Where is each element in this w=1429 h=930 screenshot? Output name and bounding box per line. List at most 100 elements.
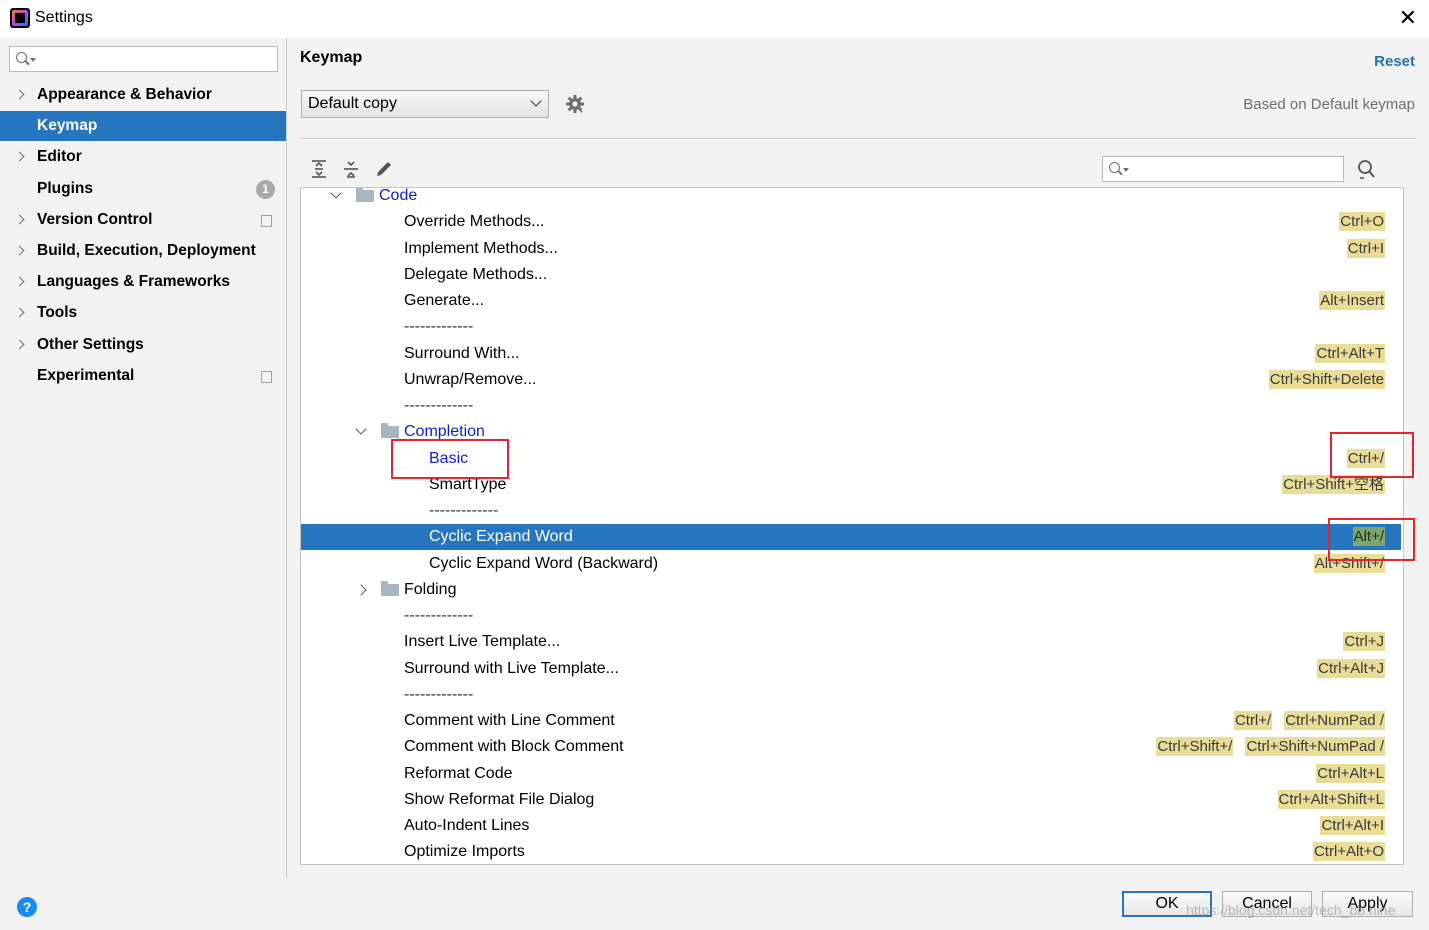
sidebar-item-tools[interactable]: Tools [0, 298, 286, 328]
sidebar-item-label: Appearance & Behavior [37, 86, 212, 103]
shortcut-list: Ctrl+/ [1335, 446, 1385, 472]
sidebar-item-other-settings[interactable]: Other Settings [0, 330, 286, 360]
tree-action-row[interactable]: Reformat Code Ctrl+Alt+L [301, 761, 1401, 787]
keymap-search-field[interactable] [1102, 156, 1344, 182]
tree-action-row[interactable]: Override Methods... Ctrl+O [301, 209, 1401, 235]
shortcut-badge: Ctrl+Shift+空格 [1282, 474, 1385, 494]
tree-action-row[interactable]: Auto-Indent Lines Ctrl+Alt+I [301, 813, 1401, 839]
sidebar-item-languages-frameworks[interactable]: Languages & Frameworks [0, 267, 286, 297]
tree-separator[interactable]: ------------- [301, 393, 1401, 419]
tree-row-label: Cyclic Expand Word [429, 528, 573, 546]
tree-action-row[interactable]: Cyclic Expand Word Alt+/ [301, 524, 1401, 551]
vertical-scrollbar[interactable] [1403, 256, 1404, 506]
shortcut-list: Ctrl+Alt+L [1304, 761, 1385, 787]
shortcut-list: Ctrl+I [1335, 236, 1385, 262]
shortcut-list: Ctrl+Alt+J [1305, 656, 1385, 682]
gear-icon[interactable] [565, 94, 585, 114]
tree-row-label: Delegate Methods... [404, 265, 548, 283]
settings-search-input[interactable] [40, 49, 258, 69]
copy-icon [258, 367, 272, 383]
tree-action-row[interactable]: SmartType Ctrl+Shift+空格 [301, 472, 1401, 498]
tree-action-row[interactable]: Cyclic Expand Word (Backward) Alt+Shift+/ [301, 551, 1401, 577]
settings-sidebar: Appearance & Behavior Keymap Editor Plugins… [0, 38, 287, 878]
sidebar-item-label: Build, Execution, Deployment [37, 242, 256, 259]
sidebar-item-editor[interactable]: Editor [0, 142, 286, 172]
folder-icon [381, 423, 399, 439]
sidebar-item-keymap[interactable]: Keymap [0, 111, 286, 142]
tree-separator[interactable]: ------------- [301, 682, 1401, 708]
search-history-caret-icon[interactable] [30, 58, 36, 62]
sidebar-item-experimental[interactable]: Experimental [0, 361, 286, 391]
sidebar-item-build-execution-deployment[interactable]: Build, Execution, Deployment [0, 236, 286, 266]
search-history-caret-icon[interactable] [1123, 168, 1129, 172]
edit-icon[interactable] [373, 158, 395, 180]
shortcut-badge: Ctrl+Alt+L [1316, 763, 1385, 783]
tree-row-label: ------------- [404, 607, 474, 624]
help-button[interactable]: ? [17, 897, 37, 917]
tree-separator[interactable]: ------------- [301, 603, 1401, 629]
tree-action-row[interactable]: Basic Ctrl+/ [301, 446, 1401, 472]
shortcut-badge: Ctrl+Shift+NumPad / [1245, 737, 1385, 757]
settings-search-field[interactable] [9, 46, 278, 72]
chevron-right-icon[interactable] [14, 307, 25, 318]
keymap-search-input[interactable] [1133, 159, 1329, 179]
tree-row-label: Surround With... [404, 344, 520, 362]
tree-action-row[interactable]: Surround With... Ctrl+Alt+T [301, 341, 1401, 367]
tree-action-row[interactable]: Insert Live Template... Ctrl+J [301, 629, 1401, 655]
tree-group[interactable]: Folding [301, 577, 1401, 603]
chevron-right-icon[interactable] [14, 89, 25, 100]
chevron-right-icon[interactable] [355, 584, 367, 596]
close-icon[interactable]: ✕ [1399, 5, 1417, 31]
shortcut-badge: Ctrl+Alt+I [1320, 816, 1385, 835]
chevron-right-icon[interactable] [14, 245, 25, 256]
shortcut-list: Alt+/ [1341, 524, 1385, 550]
tree-group[interactable]: Code [301, 188, 1401, 209]
chevron-right-icon[interactable] [14, 276, 25, 287]
tree-row-label: Surround with Live Template... [404, 659, 619, 677]
tree-row-label: ------------- [429, 502, 499, 519]
tree-action-row[interactable]: Implement Methods... Ctrl+I [301, 236, 1401, 262]
chevron-down-icon[interactable] [330, 188, 342, 199]
search-icon [1109, 162, 1120, 173]
sidebar-item-version-control[interactable]: Version Control [0, 205, 286, 235]
watermark: https://blog.csdn.net/tech_bb nine [1186, 902, 1396, 918]
tree-separator[interactable]: ------------- [301, 314, 1401, 340]
tree-row-label: Completion [404, 423, 485, 441]
tree-action-row[interactable]: Delegate Methods... [301, 262, 1401, 288]
shortcut-badge: Ctrl+NumPad / [1284, 711, 1385, 730]
sidebar-item-label: Plugins [37, 179, 93, 197]
chevron-right-icon[interactable] [14, 214, 25, 225]
tree-action-row[interactable]: Generate... Alt+Insert [301, 288, 1401, 314]
tree-action-row[interactable]: Optimize Imports Ctrl+Alt+O [301, 839, 1401, 864]
chevron-right-icon[interactable] [14, 339, 25, 350]
sidebar-item-plugins[interactable]: Plugins 1 [0, 174, 286, 204]
window-title: Settings [35, 9, 93, 26]
reset-link[interactable]: Reset [1374, 53, 1415, 70]
tree-separator[interactable]: ------------- [301, 498, 1401, 524]
tree-action-row[interactable]: Unwrap/Remove... Ctrl+Shift+Delete [301, 367, 1401, 393]
expand-all-icon[interactable] [308, 158, 330, 180]
tree-row-label: ------------- [404, 685, 474, 703]
sidebar-item-appearance-behavior[interactable]: Appearance & Behavior [0, 80, 286, 110]
shortcut-badge: Ctrl+I [1346, 238, 1385, 258]
title-bar: Settings ✕ [0, 0, 1429, 38]
chevron-right-icon[interactable] [14, 151, 25, 162]
keymap-tree: Code Override Methods... Ctrl+O Implement M… [300, 187, 1404, 865]
tree-group[interactable]: Completion [301, 419, 1401, 445]
shortcut-list: Ctrl+Alt+T [1303, 341, 1385, 367]
tree-action-row[interactable]: Comment with Line Comment Ctrl+/ Ctrl+NumP… [301, 708, 1401, 734]
tree-action-row[interactable]: Comment with Block Comment Ctrl+Shift+/Ct… [301, 734, 1401, 760]
shortcut-list: Ctrl+Shift+/ Ctrl+Shift+NumPad / [1144, 734, 1385, 760]
shortcut-badge: Ctrl+O [1339, 212, 1385, 232]
tree-row-label: Auto-Indent Lines [404, 817, 530, 834]
folder-icon [381, 580, 399, 596]
shortcut-badge: Alt+Insert [1319, 291, 1385, 310]
collapse-all-icon[interactable] [340, 158, 362, 180]
tree-action-row[interactable]: Surround with Live Template... Ctrl+Alt+J [301, 656, 1401, 682]
keymap-select[interactable]: Default copy [301, 90, 549, 118]
tree-action-row[interactable]: Show Reformat File Dialog Ctrl+Alt+Shift+… [301, 787, 1401, 813]
find-shortcut-icon[interactable] [1355, 158, 1377, 180]
chevron-down-icon[interactable] [355, 423, 367, 435]
shortcut-badge: Ctrl+J [1343, 632, 1385, 652]
dialog-button-bar: ? OK Cancel Apply https://blog.csdn.net/… [0, 878, 1429, 930]
